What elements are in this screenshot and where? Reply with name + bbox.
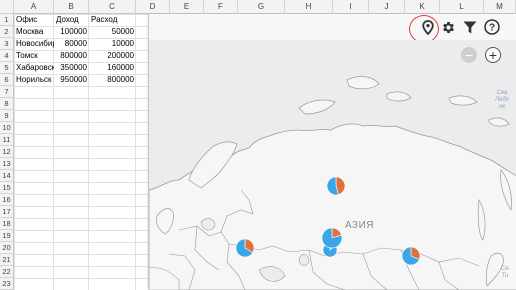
column-header-b[interactable]: B [54,0,89,14]
table-cell[interactable]: 160000 [89,62,136,74]
sea-label-1: Сев Ледо ок [495,90,510,110]
table-cell[interactable]: 200000 [89,50,136,62]
table-header-cell[interactable]: Офис [14,14,54,26]
table-cell[interactable]: Новосибирск [14,38,54,50]
pie-marker-3[interactable] [321,227,343,249]
row-header-2[interactable]: 2 [0,26,14,38]
zoom-in-button[interactable]: + [485,47,501,63]
row-header-22[interactable]: 22 [0,266,14,278]
column-header-m[interactable]: M [484,0,516,14]
table-cell[interactable]: 800000 [54,50,89,62]
column-header-j[interactable]: J [369,0,405,14]
map-canvas[interactable]: АЗИЯ Сев Ледо ок Се Ти − + [149,40,516,290]
row-header-1[interactable]: 1 [0,14,14,26]
table-cell[interactable]: 80000 [54,38,89,50]
table-header-cell[interactable]: Расход [89,14,136,26]
row-header-18[interactable]: 18 [0,218,14,230]
row-header-10[interactable]: 10 [0,122,14,134]
zoom-out-button[interactable]: − [461,47,477,63]
row-header-11[interactable]: 11 [0,134,14,146]
filter-icon[interactable] [461,18,479,36]
table-cell[interactable]: 350000 [54,62,89,74]
table-cell[interactable]: 950000 [54,74,89,86]
row-header-4[interactable]: 4 [0,50,14,62]
table-cell[interactable]: Норильск [14,74,54,86]
table-cell[interactable]: 10000 [89,38,136,50]
table-cell[interactable]: Томск [14,50,54,62]
row-header-8[interactable]: 8 [0,98,14,110]
row-header-7[interactable]: 7 [0,86,14,98]
column-header-h[interactable]: H [285,0,333,14]
row-header-9[interactable]: 9 [0,110,14,122]
select-all-corner[interactable] [0,0,14,14]
continent-label: АЗИЯ [345,220,375,231]
pie-marker-4[interactable] [401,246,421,266]
column-header-g[interactable]: G [238,0,285,14]
table-cell[interactable]: Хабаровск [14,62,54,74]
gear-icon[interactable] [439,18,457,36]
row-header-17[interactable]: 17 [0,206,14,218]
table-header-cell[interactable]: Доход [54,14,89,26]
table-cell[interactable]: Москва [14,26,54,38]
column-header-l[interactable]: L [440,0,484,14]
map-visual-panel[interactable]: ? АЗИЯ Сев Ледо ок Се Ти − + [148,14,516,290]
row-header-13[interactable]: 13 [0,158,14,170]
row-header-23[interactable]: 23 [0,278,14,290]
help-icon[interactable]: ? [483,18,501,36]
row-header-12[interactable]: 12 [0,146,14,158]
row-header-19[interactable]: 19 [0,230,14,242]
red-circle-annotation [409,15,439,43]
table-cell[interactable]: 100000 [54,26,89,38]
table-cell[interactable]: 50000 [89,26,136,38]
pie-marker-5[interactable] [326,176,346,196]
row-header-6[interactable]: 6 [0,74,14,86]
row-header-16[interactable]: 16 [0,194,14,206]
column-header-i[interactable]: I [333,0,369,14]
map-toolbar: ? [149,14,516,43]
column-header-f[interactable]: F [204,0,238,14]
row-header-15[interactable]: 15 [0,182,14,194]
sea-label-2: Се Ти [501,266,509,279]
column-header-a[interactable]: A [14,0,54,14]
row-header-5[interactable]: 5 [0,62,14,74]
pie-marker-1[interactable] [235,238,255,258]
column-header-d[interactable]: D [136,0,170,14]
row-header-21[interactable]: 21 [0,254,14,266]
column-header-e[interactable]: E [170,0,204,14]
row-header-14[interactable]: 14 [0,170,14,182]
row-header-3[interactable]: 3 [0,38,14,50]
row-header-20[interactable]: 20 [0,242,14,254]
column-header-k[interactable]: K [405,0,440,14]
svg-text:?: ? [489,23,495,34]
table-cell[interactable]: 800000 [89,74,136,86]
column-header-c[interactable]: C [89,0,136,14]
